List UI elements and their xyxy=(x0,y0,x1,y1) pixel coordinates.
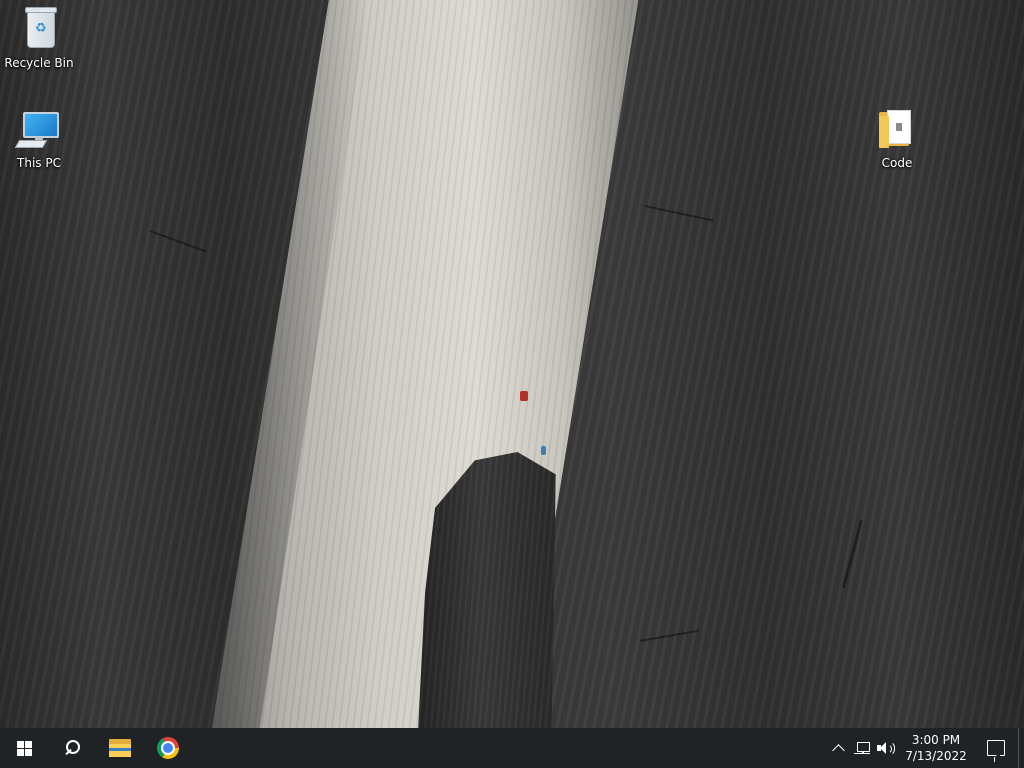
desktop-icon-this-pc[interactable]: This PC xyxy=(2,106,76,170)
show-desktop-button[interactable] xyxy=(1018,728,1024,768)
clock-date: 7/13/2022 xyxy=(905,749,967,763)
volume-button[interactable] xyxy=(874,728,898,768)
desktop-icon-label: Code xyxy=(881,156,913,170)
volume-icon xyxy=(877,741,895,756)
network-icon xyxy=(854,741,870,755)
wallpaper-crack xyxy=(640,629,700,642)
desktop-icon-recycle-bin[interactable]: ♻ Recycle Bin xyxy=(2,6,76,70)
windows-logo-icon xyxy=(16,740,32,756)
action-center-icon xyxy=(987,740,1005,756)
recycle-bin-icon: ♻ xyxy=(15,6,63,54)
folder-icon xyxy=(873,106,921,154)
desktop-icon-label: This PC xyxy=(17,156,61,170)
wallpaper-crack xyxy=(149,230,207,253)
wallpaper-climber xyxy=(520,391,528,401)
clock[interactable]: 3:00 PM 7/13/2022 xyxy=(898,728,974,768)
search-button[interactable] xyxy=(48,728,96,768)
this-pc-icon xyxy=(14,106,63,154)
wallpaper-crack xyxy=(644,205,714,222)
wallpaper-crack xyxy=(841,520,863,589)
show-hidden-icons-button[interactable] xyxy=(826,728,850,768)
action-center-button[interactable] xyxy=(974,728,1018,768)
taskbar: 3:00 PM 7/13/2022 xyxy=(0,728,1024,768)
system-tray: 3:00 PM 7/13/2022 xyxy=(826,728,1024,768)
desktop[interactable]: ♻ Recycle Bin This PC Code xyxy=(0,0,1024,728)
chevron-up-icon xyxy=(831,744,845,757)
wallpaper-climber xyxy=(541,446,546,455)
file-explorer-icon xyxy=(109,739,131,757)
network-button[interactable] xyxy=(850,728,874,768)
taskbar-google-chrome[interactable] xyxy=(144,728,192,768)
clock-time: 3:00 PM xyxy=(911,733,961,747)
chrome-icon xyxy=(157,737,179,759)
desktop-icon-code-folder[interactable]: Code xyxy=(860,106,934,170)
desktop-icon-label: Recycle Bin xyxy=(4,56,74,70)
search-icon xyxy=(64,740,80,756)
start-button[interactable] xyxy=(0,728,48,768)
taskbar-file-explorer[interactable] xyxy=(96,728,144,768)
